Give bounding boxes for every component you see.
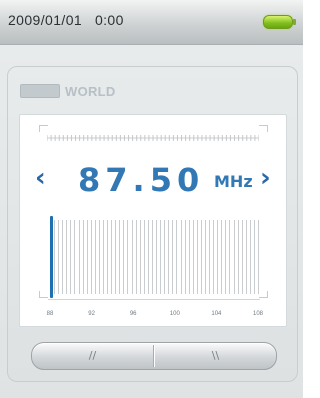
frequency-bar [217, 220, 219, 294]
frequency-bar [94, 220, 96, 294]
frequency-bar [98, 220, 100, 294]
frequency-bar [147, 220, 149, 294]
frequency-bar [131, 220, 133, 294]
status-date: 2009/01/01 [8, 12, 83, 28]
frequency-bar [213, 220, 215, 294]
frequency-bar [196, 220, 198, 294]
frame-corner [39, 125, 48, 132]
frequency-bar [249, 220, 251, 294]
frequency-bar [62, 220, 64, 294]
scale-tick-label: 92 [88, 311, 95, 317]
date-time: 2009/01/01 0:00 [8, 12, 124, 28]
frequency-bar [74, 220, 76, 294]
frequency-bar [253, 220, 255, 294]
band-row: WORLD [20, 83, 116, 99]
frequency-bar [176, 220, 178, 294]
frequency-unit: MHz [214, 172, 253, 191]
frequency-bar [184, 220, 186, 294]
frequency-bar [204, 220, 206, 294]
frequency-bar [58, 220, 60, 294]
scale-tick-label: 104 [211, 311, 222, 317]
frequency-bar [115, 220, 117, 294]
frame-corner [39, 291, 48, 298]
seek-forward-icon: \\ [211, 349, 220, 362]
frequency-bar [90, 220, 92, 294]
scale-tick-label: 108 [252, 311, 263, 317]
frequency-bar [188, 220, 190, 294]
frequency-bar [237, 220, 239, 294]
frequency-bar [209, 220, 211, 294]
tune-up-arrow-icon[interactable]: › [260, 163, 271, 193]
frequency-bar [82, 220, 84, 294]
radio-screen: 2009/01/01 0:00 WORLD ‹ 87.50 MHz › 88 9… [0, 0, 303, 398]
seek-back-icon: // [88, 349, 97, 362]
frequency-bar [151, 220, 153, 294]
status-time: 0:00 [94, 12, 124, 28]
frequency-bar [66, 220, 68, 294]
frequency-bar [123, 220, 125, 294]
frequency-bar [200, 220, 202, 294]
scale-baseline [48, 299, 260, 300]
battery-icon [263, 15, 296, 29]
frequency-bar [86, 220, 88, 294]
button-divider [153, 345, 154, 367]
radio-panel: WORLD ‹ 87.50 MHz › 88 92 96 100 104 108 [7, 66, 298, 382]
frequency-bar [70, 220, 72, 294]
frequency-bar [107, 220, 109, 294]
frequency-bar [156, 220, 158, 294]
seek-forward-button[interactable]: \\ [155, 343, 276, 369]
scale-tick-label: 100 [169, 311, 180, 317]
frequency-bar [258, 220, 259, 294]
scale-tick-label: 96 [129, 311, 137, 317]
frequency-bar [160, 220, 162, 294]
frequency-bar [143, 220, 145, 294]
frequency-bar [241, 220, 243, 294]
frequency-value: 87.50 [78, 161, 205, 199]
fine-tuning-scale [47, 135, 259, 141]
frequency-bar [78, 220, 80, 294]
seek-back-button[interactable]: // [32, 343, 153, 369]
frequency-bar [127, 220, 129, 294]
frequency-bar [225, 220, 227, 294]
frame-corner [259, 291, 268, 298]
frame-corner [259, 125, 268, 132]
frequency-bar [168, 220, 170, 294]
frequency-bar [119, 220, 121, 294]
frequency-bar [245, 220, 247, 294]
frequency-bar [180, 220, 182, 294]
tuner-card: ‹ 87.50 MHz › 88 92 96 100 104 108 [19, 114, 287, 327]
frequency-bar [172, 220, 174, 294]
frequency-bar [103, 220, 105, 294]
frequency-bar [164, 220, 166, 294]
frequency-bar [221, 220, 223, 294]
frequency-bar [139, 220, 141, 294]
status-bar: 2009/01/01 0:00 [0, 0, 303, 45]
frequency-bar [111, 220, 113, 294]
scale-tick-labels: 88 92 96 100 104 108 [38, 311, 270, 321]
band-label: WORLD [65, 83, 116, 99]
tuning-needle[interactable] [50, 216, 53, 298]
frequency-bar [233, 220, 235, 294]
scale-tick-label: 88 [46, 311, 54, 317]
frequency-bar [135, 220, 137, 294]
frequency-row: ‹ 87.50 MHz › [20, 161, 286, 199]
frequency-bar [229, 220, 231, 294]
tune-down-arrow-icon[interactable]: ‹ [35, 163, 46, 193]
frequency-bars [50, 220, 259, 294]
frequency-bar [54, 220, 56, 294]
seek-button-bar: // \\ [31, 342, 277, 370]
frequency-bar [192, 220, 194, 294]
band-badge [20, 84, 60, 98]
